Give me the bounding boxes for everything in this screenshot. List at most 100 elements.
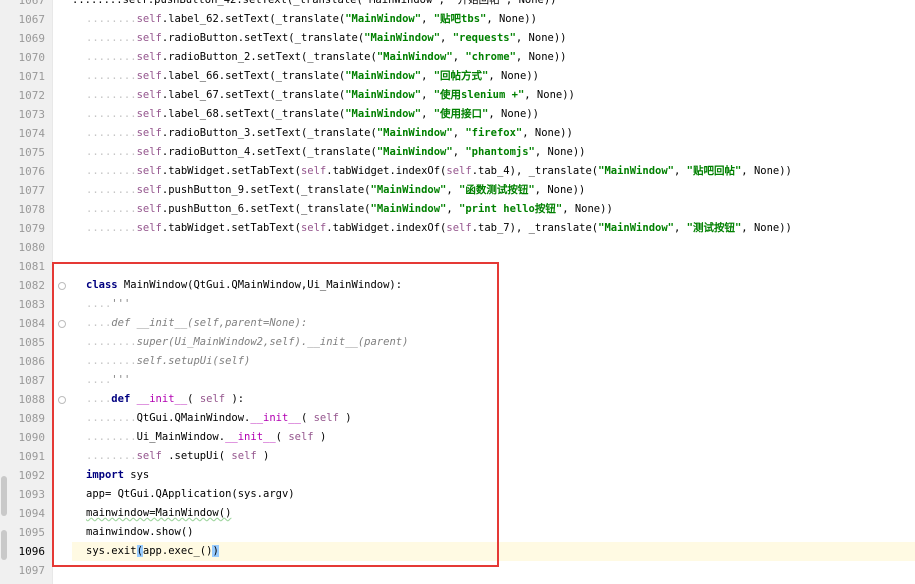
code-token: Ui_MainWindow. [136, 431, 226, 443]
code-token: self [446, 222, 472, 234]
code-token: "使用slenium +" [433, 89, 525, 101]
code-token: self [136, 127, 162, 139]
code-token: ( [187, 393, 200, 405]
code-line[interactable]: import sys [72, 466, 915, 485]
line-number: 1075 [18, 146, 46, 159]
indent-guide: ........ [86, 146, 137, 158]
code-token: "贴吧tbs" [433, 13, 487, 25]
line-number: 1067 [18, 13, 46, 26]
code-token: tabWidget.indexOf( [332, 222, 447, 234]
code-line-current[interactable]: sys.exit(app.exec_()) [72, 542, 915, 561]
code-token: "回帖方式" [433, 70, 489, 82]
code-line[interactable]: ....def __init__( self ): [72, 390, 915, 409]
code-line[interactable]: app= QtGui.QApplication(sys.argv) [72, 485, 915, 504]
code-token: , None)) [562, 203, 613, 215]
code-token: .setupUi( [161, 450, 232, 462]
code-line[interactable]: ........self .setupUi( self ) [72, 447, 915, 466]
indent-guide: ........ [86, 51, 137, 63]
code-line[interactable]: ........self.tabWidget.setTabText(self.t… [72, 219, 915, 238]
code-token: ''' [111, 374, 131, 386]
code-token: self [300, 165, 327, 177]
code-token: sys.exit [86, 545, 137, 557]
code-token: ( [275, 431, 289, 443]
code-token: , None)) [488, 70, 539, 82]
line-number: 1070 [18, 51, 46, 64]
code-token: tabWidget.setTabText( [168, 222, 301, 234]
code-token: "MainWindow" [370, 203, 447, 215]
fold-marker-icon[interactable] [58, 396, 66, 404]
line-number: 1096 [18, 545, 46, 558]
code-token: mainwindow=MainWindow() [86, 507, 232, 519]
code-line[interactable]: mainwindow=MainWindow() [72, 504, 915, 523]
code-line: ........self.pushButton_42.setText(_tran… [72, 0, 557, 6]
code-token: "MainWindow" [345, 13, 422, 25]
code-line[interactable]: ........QtGui.QMainWindow.__init__( self… [72, 409, 915, 428]
code-token: "firefox" [465, 127, 523, 139]
code-token: tabWidget.indexOf( [332, 165, 447, 177]
code-token: __init__ [136, 393, 188, 405]
indent-guide: ........ [86, 108, 137, 120]
code-token: label_67.setText(_translate( [168, 89, 346, 101]
code-token: app.exec_() [142, 545, 213, 557]
code-token: self [136, 70, 162, 82]
line-number: 1074 [18, 127, 46, 140]
line-number: 1082 [18, 279, 46, 292]
code-token: "贴吧回帖" [686, 165, 742, 177]
code-line[interactable]: ....def __init__(self,parent=None): [72, 314, 915, 333]
left-scroll-thumb-lower[interactable] [1, 530, 7, 560]
code-token: "测试按钮" [686, 222, 742, 234]
code-token: "print hello按钮" [459, 203, 563, 215]
code-editor[interactable]: ........self.pushButton_42.setText(_tran… [72, 0, 915, 584]
code-line[interactable]: ....''' [72, 371, 915, 390]
line-number: 1092 [18, 469, 46, 482]
code-line[interactable]: ........self.label_62.setText(_translate… [72, 10, 915, 29]
code-line[interactable]: ........self.tabWidget.setTabText(self.t… [72, 162, 915, 181]
code-line[interactable]: class MainWindow(QtGui.QMainWindow,Ui_Ma… [72, 276, 915, 295]
code-line[interactable] [72, 238, 915, 257]
code-token: "MainWindow" [598, 165, 674, 177]
fold-marker-icon[interactable] [58, 282, 66, 290]
code-token: , [452, 146, 466, 158]
line-number: 1072 [18, 89, 46, 102]
code-line[interactable]: ........self.label_67.setText(_translate… [72, 86, 915, 105]
code-token: super(Ui_MainWindow2,self).__init__(pare… [136, 336, 409, 348]
code-token: , None)) [524, 89, 575, 101]
line-number: 1086 [18, 355, 46, 368]
line-number: 1077 [18, 184, 46, 197]
code-token: , None)) [534, 184, 586, 196]
code-token: , [446, 184, 460, 196]
code-line[interactable]: ........super(Ui_MainWindow2,self).__ini… [72, 333, 915, 352]
code-token: self [300, 222, 327, 234]
indent-guide: ........ [86, 89, 137, 101]
line-number: 1095 [18, 526, 46, 539]
code-line[interactable]: ........self.pushButton_9.setText(_trans… [72, 181, 915, 200]
code-token: radioButton_4.setText(_translate( [168, 146, 377, 158]
indent-guide: .... [86, 393, 112, 405]
code-line[interactable]: ........Ui_MainWindow.__init__( self ) [72, 428, 915, 447]
indent-guide: ........ [86, 13, 137, 25]
code-line[interactable]: ........self.setupUi(self) [72, 352, 915, 371]
fold-marker-icon[interactable] [58, 320, 66, 328]
fold-gutter [52, 0, 73, 584]
code-line[interactable]: ........self.pushButton_6.setText(_trans… [72, 200, 915, 219]
code-token: tabWidget.setTabText( [168, 165, 301, 177]
code-line[interactable] [72, 561, 915, 580]
code-token: , [452, 51, 466, 63]
code-line[interactable]: mainwindow.show() [72, 523, 915, 542]
code-line[interactable]: ........self.label_66.setText(_translate… [72, 67, 915, 86]
code-token: ''' [111, 298, 131, 310]
code-line[interactable]: ........self.radioButton_2.setText(_tran… [72, 48, 915, 67]
code-token: radioButton_3.setText(_translate( [168, 127, 377, 139]
indent-guide: .... [86, 298, 112, 310]
code-token: QtGui.QMainWindow. [136, 412, 251, 424]
line-number: 1097 [18, 564, 46, 577]
code-token: self [136, 222, 162, 234]
code-line[interactable]: ........self.radioButton_3.setText(_tran… [72, 124, 915, 143]
code-line[interactable] [72, 257, 915, 276]
code-line[interactable]: ........self.radioButton_4.setText(_tran… [72, 143, 915, 162]
code-line[interactable]: ........self.radioButton.setText(_transl… [72, 29, 915, 48]
code-line[interactable]: ....''' [72, 295, 915, 314]
code-token: , [452, 127, 466, 139]
left-scroll-thumb[interactable] [1, 476, 7, 516]
code-line[interactable]: ........self.label_68.setText(_translate… [72, 105, 915, 124]
